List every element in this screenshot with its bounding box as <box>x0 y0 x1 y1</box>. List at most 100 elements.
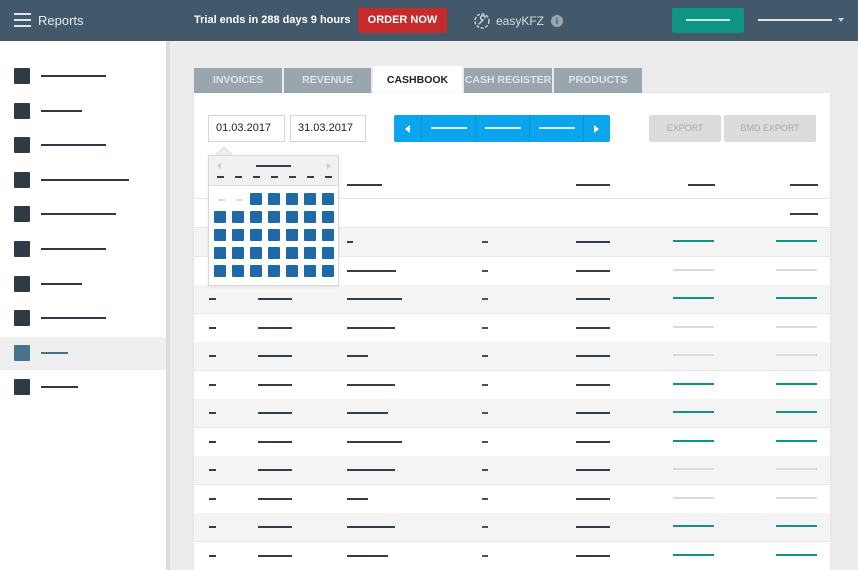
wrench-gear-icon <box>474 13 490 29</box>
datepicker-day[interactable] <box>322 265 334 277</box>
datepicker-day[interactable] <box>268 193 280 205</box>
cell-expense <box>776 325 817 328</box>
cell-income <box>673 411 714 413</box>
datepicker-day[interactable] <box>322 193 334 205</box>
datepicker-day[interactable] <box>214 265 226 277</box>
datepicker-prev-icon[interactable] <box>217 163 221 169</box>
datepicker-next-icon[interactable] <box>327 163 331 169</box>
datepicker-day[interactable] <box>214 247 226 259</box>
table-row[interactable] <box>194 456 830 485</box>
table-row[interactable] <box>194 428 830 457</box>
datepicker-day[interactable] <box>232 265 244 277</box>
tab-products[interactable]: PRODUCTS <box>554 68 642 93</box>
chevron-down-icon[interactable] <box>838 18 844 22</box>
datepicker-day[interactable] <box>250 229 262 241</box>
datepicker-day[interactable] <box>304 247 316 259</box>
sidebar-item[interactable] <box>0 129 166 162</box>
datepicker-day[interactable] <box>286 211 298 223</box>
datepicker-day[interactable] <box>322 211 334 223</box>
cell-number <box>209 554 216 557</box>
cell-type <box>482 526 488 528</box>
bmd-export-button[interactable]: BMD EXPORT <box>724 115 816 142</box>
table-row[interactable] <box>194 513 830 542</box>
datepicker-day[interactable] <box>268 247 280 259</box>
cell-expense <box>776 240 817 242</box>
cell-expense <box>776 268 817 271</box>
export-button[interactable]: EXPORT <box>649 115 721 142</box>
datepicker-day[interactable] <box>232 247 244 259</box>
table-row[interactable] <box>194 485 830 514</box>
datepicker-day[interactable] <box>286 247 298 259</box>
caret-right-icon <box>594 125 599 133</box>
table-row[interactable] <box>194 399 830 428</box>
sidebar-item[interactable] <box>0 60 166 93</box>
cell-expense <box>776 382 817 385</box>
sidebar-item[interactable] <box>0 233 166 266</box>
datepicker-day[interactable] <box>286 229 298 241</box>
weekday-label <box>289 176 296 178</box>
datepicker-day[interactable] <box>268 265 280 277</box>
datepicker-day[interactable] <box>322 229 334 241</box>
weekday-label <box>325 176 332 178</box>
sidebar-item-label <box>41 386 78 389</box>
date-to-input[interactable]: 31.03.2017 <box>290 115 366 142</box>
sidebar-item-icon <box>14 310 30 327</box>
datepicker-day[interactable] <box>268 229 280 241</box>
cell-description <box>347 269 396 272</box>
datepicker-day[interactable] <box>322 247 334 259</box>
info-icon[interactable]: i <box>551 15 564 27</box>
datepicker-day[interactable] <box>286 193 298 205</box>
cell-number <box>209 298 216 300</box>
period-option[interactable] <box>421 115 475 142</box>
cell-type <box>482 383 488 386</box>
sidebar-item[interactable] <box>0 95 166 128</box>
datepicker-day[interactable] <box>214 211 226 223</box>
datepicker-day[interactable] <box>304 265 316 277</box>
datepicker-day[interactable] <box>268 211 280 223</box>
datepicker-day[interactable] <box>214 229 226 241</box>
datepicker-day[interactable] <box>304 211 316 223</box>
datepicker-day[interactable] <box>232 211 244 223</box>
tab-invoices[interactable]: INVOICES <box>194 68 282 93</box>
order-now-button[interactable]: ORDER NOW <box>358 8 447 33</box>
sidebar-item[interactable] <box>0 302 166 335</box>
datepicker-day[interactable] <box>304 193 316 205</box>
datepicker-day[interactable] <box>304 229 316 241</box>
cell-date <box>258 355 292 357</box>
datepicker-day[interactable] <box>250 193 262 205</box>
tab-cash-register[interactable]: CASH REGISTER <box>464 68 552 93</box>
cell-expense <box>776 411 817 413</box>
period-option[interactable] <box>475 115 529 142</box>
datepicker-day[interactable] <box>250 247 262 259</box>
trial-status-text: Trial ends in 288 days 9 hours <box>194 14 351 26</box>
sidebar-item[interactable] <box>0 371 166 404</box>
user-menu[interactable] <box>758 19 832 21</box>
datepicker-day[interactable] <box>286 265 298 277</box>
primary-action-button[interactable] <box>672 8 744 33</box>
cell-amount <box>576 326 610 329</box>
period-option[interactable] <box>529 115 583 142</box>
cell-amount <box>576 355 610 357</box>
table-row[interactable] <box>194 542 830 570</box>
table-row[interactable] <box>194 371 830 400</box>
sidebar-item-icon <box>14 102 30 119</box>
cell-amount <box>576 298 610 300</box>
table-row[interactable] <box>194 285 830 314</box>
cell-type <box>482 269 488 272</box>
cell-balance <box>790 213 818 215</box>
sidebar-item[interactable] <box>0 198 166 231</box>
hamburger-menu-icon[interactable] <box>14 13 31 27</box>
table-row[interactable] <box>194 342 830 371</box>
tab-revenue[interactable]: REVENUE <box>284 68 371 93</box>
datepicker-day[interactable] <box>250 211 262 223</box>
sidebar-item-icon <box>14 206 30 223</box>
sidebar-item-label <box>41 248 106 250</box>
sidebar-item[interactable] <box>0 268 166 301</box>
datepicker-day[interactable] <box>232 229 244 241</box>
table-row[interactable] <box>194 314 830 343</box>
date-from-input[interactable]: 01.03.2017 <box>208 115 285 142</box>
sidebar-item[interactable] <box>0 164 166 197</box>
tab-cashbook[interactable]: CASHBOOK <box>373 66 462 93</box>
datepicker-day[interactable] <box>250 265 262 277</box>
sidebar-item[interactable] <box>0 336 166 370</box>
